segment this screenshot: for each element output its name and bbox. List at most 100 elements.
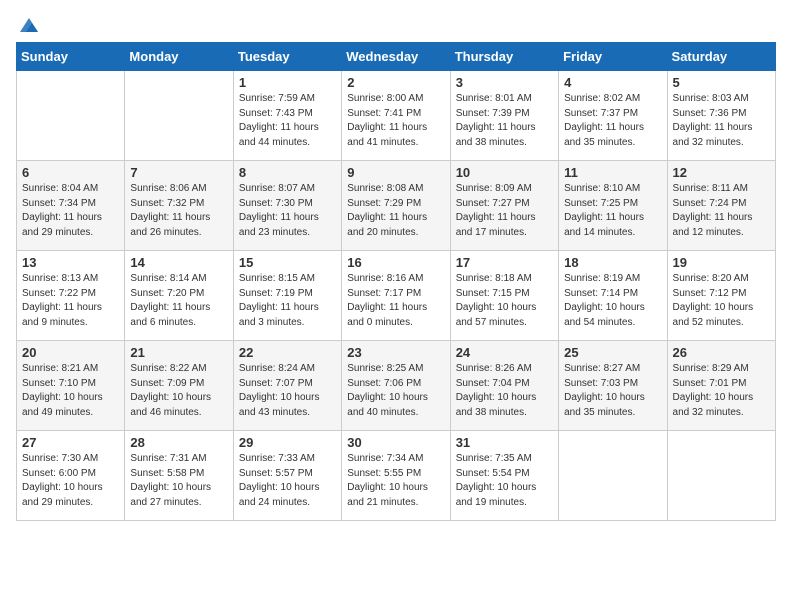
day-info: Sunrise: 8:25 AMSunset: 7:06 PMDaylight:… <box>347 362 444 420</box>
calendar-cell: 13 Sunrise: 8:13 AMSunset: 7:22 PMDayligh… <box>17 251 125 341</box>
day-info: Sunrise: 8:15 AMSunset: 7:19 PMDaylight:… <box>239 272 336 330</box>
day-info: Sunrise: 7:34 AMSunset: 5:55 PMDaylight:… <box>347 452 444 510</box>
day-info: Sunrise: 8:06 AMSunset: 7:32 PMDaylight:… <box>130 182 227 240</box>
day-number: 3 <box>456 75 553 90</box>
calendar-cell: 29 Sunrise: 7:33 AMSunset: 5:57 PMDayligh… <box>233 431 341 521</box>
calendar-cell: 16 Sunrise: 8:16 AMSunset: 7:17 PMDayligh… <box>342 251 450 341</box>
calendar-cell: 1 Sunrise: 7:59 AMSunset: 7:43 PMDaylight… <box>233 71 341 161</box>
calendar-cell: 21 Sunrise: 8:22 AMSunset: 7:09 PMDayligh… <box>125 341 233 431</box>
calendar-cell <box>125 71 233 161</box>
day-info: Sunrise: 8:08 AMSunset: 7:29 PMDaylight:… <box>347 182 444 240</box>
weekday-header-saturday: Saturday <box>667 43 775 71</box>
calendar-cell: 22Sunrise: 8:24 AMSunset: 7:07 PMDayligh… <box>233 341 341 431</box>
day-number: 23 <box>347 345 444 360</box>
day-info: Sunrise: 8:20 AMSunset: 7:12 PMDaylight:… <box>673 272 770 330</box>
calendar-cell: 4 Sunrise: 8:02 AMSunset: 7:37 PMDaylight… <box>559 71 667 161</box>
calendar-cell: 2 Sunrise: 8:00 AMSunset: 7:41 PMDaylight… <box>342 71 450 161</box>
day-number: 13 <box>22 255 119 270</box>
calendar-cell: 31 Sunrise: 7:35 AMSunset: 5:54 PMDayligh… <box>450 431 558 521</box>
day-number: 31 <box>456 435 553 450</box>
day-info: Sunrise: 8:18 AMSunset: 7:15 PMDaylight:… <box>456 272 553 330</box>
day-number: 8 <box>239 165 336 180</box>
calendar-row-3: 13 Sunrise: 8:13 AMSunset: 7:22 PMDayligh… <box>17 251 776 341</box>
calendar-table: SundayMondayTuesdayWednesdayThursdayFrid… <box>16 42 776 521</box>
day-number: 1 <box>239 75 336 90</box>
calendar-cell: 10 Sunrise: 8:09 AMSunset: 7:27 PMDayligh… <box>450 161 558 251</box>
calendar-cell: 17 Sunrise: 8:18 AMSunset: 7:15 PMDayligh… <box>450 251 558 341</box>
day-info: Sunrise: 8:04 AMSunset: 7:34 PMDaylight:… <box>22 182 119 240</box>
calendar-cell <box>17 71 125 161</box>
day-number: 11 <box>564 165 661 180</box>
day-number: 20 <box>22 345 119 360</box>
weekday-header-monday: Monday <box>125 43 233 71</box>
day-info: Sunrise: 8:14 AMSunset: 7:20 PMDaylight:… <box>130 272 227 330</box>
calendar-row-2: 6 Sunrise: 8:04 AMSunset: 7:34 PMDaylight… <box>17 161 776 251</box>
day-number: 28 <box>130 435 227 450</box>
day-info: Sunrise: 8:16 AMSunset: 7:17 PMDaylight:… <box>347 272 444 330</box>
day-info: Sunrise: 8:09 AMSunset: 7:27 PMDaylight:… <box>456 182 553 240</box>
day-number: 15 <box>239 255 336 270</box>
day-number: 10 <box>456 165 553 180</box>
weekday-header-sunday: Sunday <box>17 43 125 71</box>
calendar-cell: 30Sunrise: 7:34 AMSunset: 5:55 PMDayligh… <box>342 431 450 521</box>
day-info: Sunrise: 8:29 AMSunset: 7:01 PMDaylight:… <box>673 362 770 420</box>
calendar-cell: 23 Sunrise: 8:25 AMSunset: 7:06 PMDayligh… <box>342 341 450 431</box>
day-number: 27 <box>22 435 119 450</box>
calendar-cell: 14 Sunrise: 8:14 AMSunset: 7:20 PMDayligh… <box>125 251 233 341</box>
calendar-cell: 3 Sunrise: 8:01 AMSunset: 7:39 PMDaylight… <box>450 71 558 161</box>
day-info: Sunrise: 8:01 AMSunset: 7:39 PMDaylight:… <box>456 92 553 150</box>
calendar-row-5: 27Sunrise: 7:30 AMSunset: 6:00 PMDayligh… <box>17 431 776 521</box>
day-number: 17 <box>456 255 553 270</box>
day-info: Sunrise: 8:22 AMSunset: 7:09 PMDaylight:… <box>130 362 227 420</box>
calendar-cell: 27Sunrise: 7:30 AMSunset: 6:00 PMDayligh… <box>17 431 125 521</box>
day-number: 26 <box>673 345 770 360</box>
calendar-cell: 18 Sunrise: 8:19 AMSunset: 7:14 PMDayligh… <box>559 251 667 341</box>
calendar-cell: 19Sunrise: 8:20 AMSunset: 7:12 PMDayligh… <box>667 251 775 341</box>
weekday-header-friday: Friday <box>559 43 667 71</box>
day-number: 7 <box>130 165 227 180</box>
day-number: 5 <box>673 75 770 90</box>
day-number: 24 <box>456 345 553 360</box>
calendar-cell <box>667 431 775 521</box>
calendar-cell: 24Sunrise: 8:26 AMSunset: 7:04 PMDayligh… <box>450 341 558 431</box>
day-number: 14 <box>130 255 227 270</box>
weekday-header-tuesday: Tuesday <box>233 43 341 71</box>
calendar-cell: 15 Sunrise: 8:15 AMSunset: 7:19 PMDayligh… <box>233 251 341 341</box>
day-number: 4 <box>564 75 661 90</box>
calendar-cell: 26 Sunrise: 8:29 AMSunset: 7:01 PMDayligh… <box>667 341 775 431</box>
day-number: 25 <box>564 345 661 360</box>
day-number: 9 <box>347 165 444 180</box>
weekday-header-thursday: Thursday <box>450 43 558 71</box>
day-info: Sunrise: 8:00 AMSunset: 7:41 PMDaylight:… <box>347 92 444 150</box>
day-number: 12 <box>673 165 770 180</box>
day-info: Sunrise: 7:59 AMSunset: 7:43 PMDaylight:… <box>239 92 336 150</box>
calendar-cell: 20Sunrise: 8:21 AMSunset: 7:10 PMDayligh… <box>17 341 125 431</box>
calendar-cell <box>559 431 667 521</box>
day-number: 2 <box>347 75 444 90</box>
day-number: 22 <box>239 345 336 360</box>
day-number: 21 <box>130 345 227 360</box>
day-number: 18 <box>564 255 661 270</box>
day-info: Sunrise: 7:31 AMSunset: 5:58 PMDaylight:… <box>130 452 227 510</box>
calendar-row-4: 20Sunrise: 8:21 AMSunset: 7:10 PMDayligh… <box>17 341 776 431</box>
day-info: Sunrise: 8:02 AMSunset: 7:37 PMDaylight:… <box>564 92 661 150</box>
header <box>16 10 776 34</box>
logo <box>16 16 40 34</box>
day-info: Sunrise: 8:13 AMSunset: 7:22 PMDaylight:… <box>22 272 119 330</box>
calendar-cell: 25Sunrise: 8:27 AMSunset: 7:03 PMDayligh… <box>559 341 667 431</box>
day-info: Sunrise: 8:10 AMSunset: 7:25 PMDaylight:… <box>564 182 661 240</box>
day-info: Sunrise: 8:19 AMSunset: 7:14 PMDaylight:… <box>564 272 661 330</box>
calendar-cell: 7 Sunrise: 8:06 AMSunset: 7:32 PMDaylight… <box>125 161 233 251</box>
weekday-header-row: SundayMondayTuesdayWednesdayThursdayFrid… <box>17 43 776 71</box>
calendar-cell: 11 Sunrise: 8:10 AMSunset: 7:25 PMDayligh… <box>559 161 667 251</box>
page: SundayMondayTuesdayWednesdayThursdayFrid… <box>0 0 792 537</box>
day-info: Sunrise: 7:33 AMSunset: 5:57 PMDaylight:… <box>239 452 336 510</box>
calendar-cell: 28 Sunrise: 7:31 AMSunset: 5:58 PMDayligh… <box>125 431 233 521</box>
calendar-cell: 9 Sunrise: 8:08 AMSunset: 7:29 PMDaylight… <box>342 161 450 251</box>
day-number: 16 <box>347 255 444 270</box>
calendar-cell: 12Sunrise: 8:11 AMSunset: 7:24 PMDayligh… <box>667 161 775 251</box>
day-info: Sunrise: 8:03 AMSunset: 7:36 PMDaylight:… <box>673 92 770 150</box>
day-number: 29 <box>239 435 336 450</box>
day-info: Sunrise: 7:35 AMSunset: 5:54 PMDaylight:… <box>456 452 553 510</box>
day-number: 6 <box>22 165 119 180</box>
